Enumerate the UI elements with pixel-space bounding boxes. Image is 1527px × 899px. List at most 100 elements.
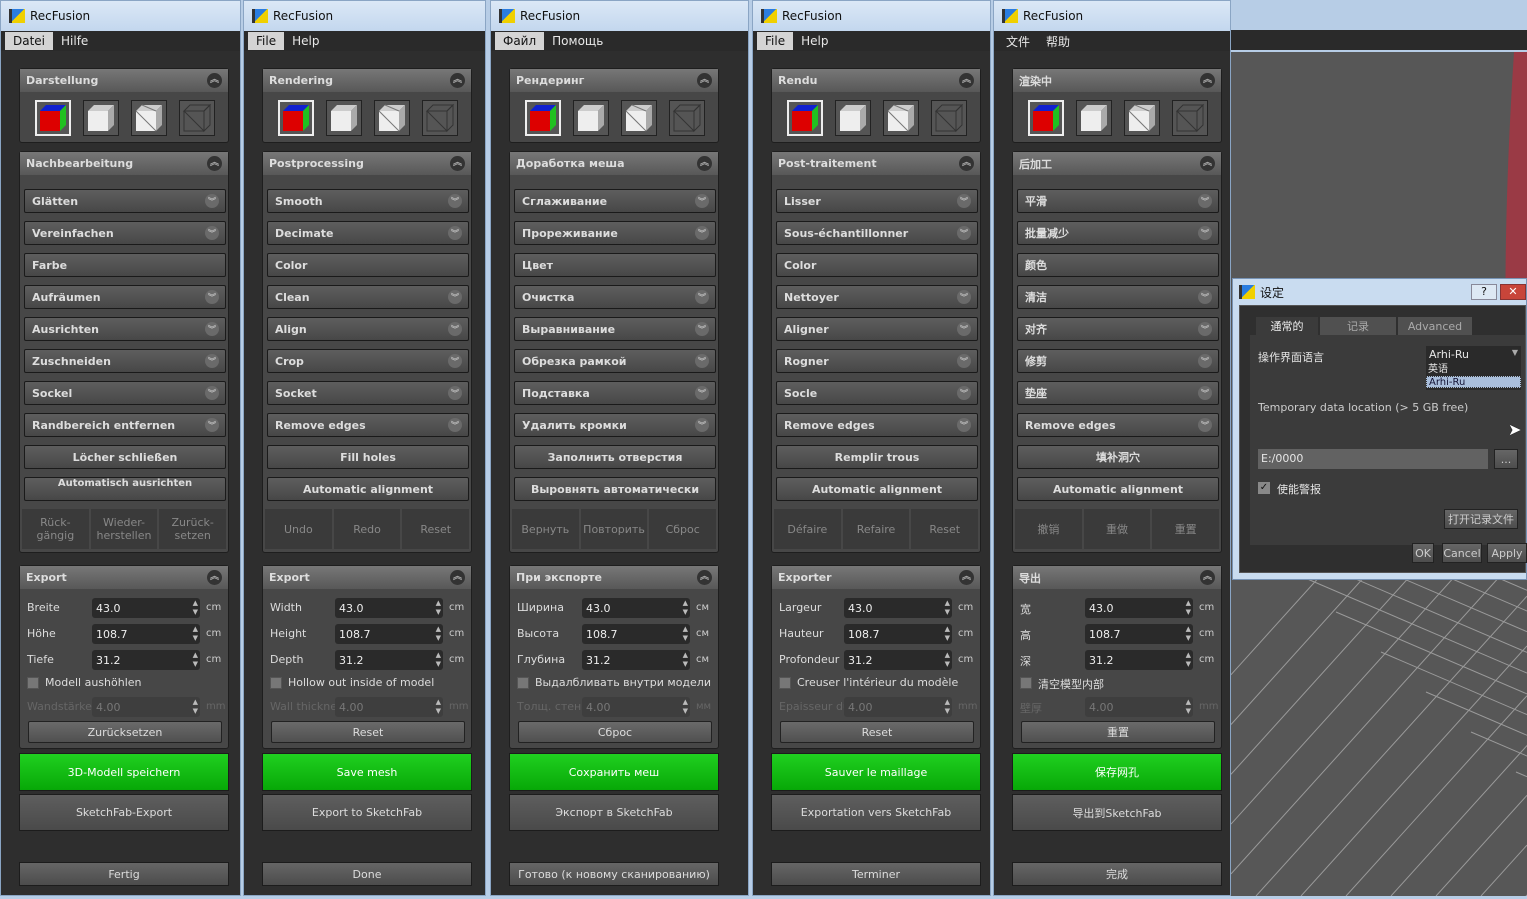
collapse-icon[interactable]: ︽ [207,73,222,88]
spinner-arrows-icon[interactable]: ▲ ▼ [945,599,950,617]
spinner-arrows-icon[interactable]: ▲ ▼ [193,651,198,669]
redo-button[interactable]: 重做 [1083,509,1151,549]
close-button[interactable]: ✕ [1500,284,1526,300]
reset-export-button[interactable]: 重置 [1021,721,1215,743]
wall-thickness-input[interactable]: 4.00 ▲ ▼ [92,697,200,717]
save-mesh-button[interactable]: 3D-Modell speichern [19,753,229,791]
group-header[interactable]: Darstellung ︽ [20,69,228,92]
temp-path-input[interactable]: E:/0000 [1258,449,1488,469]
fill-holes-button[interactable]: Fill holes [267,445,469,469]
postprocess-item[interactable]: Aligner ︾ [776,317,978,341]
menu-help[interactable]: Помощь [544,32,611,50]
menu-file[interactable]: Datei [5,32,54,50]
depth-input[interactable]: 31.2 ▲ ▼ [335,650,443,670]
spinner-arrows-icon[interactable]: ▲ ▼ [1186,599,1191,617]
auto-align-button[interactable]: Automatic alignment [267,477,469,501]
postprocess-item[interactable]: Glätten ︾ [24,189,226,213]
export-sketchfab-button[interactable]: Exportation vers SketchFab [771,794,981,831]
tab-general[interactable]: 通常的 [1256,317,1318,335]
save-mesh-button[interactable]: Save mesh [262,753,472,791]
help-button[interactable]: ? [1471,284,1497,300]
collapse-icon[interactable]: ︽ [959,570,974,585]
collapse-icon[interactable]: ︽ [1200,156,1215,171]
postprocess-item[interactable]: 垫座 ︾ [1017,381,1219,405]
tab-log[interactable]: 记录 [1320,317,1396,335]
menu-file[interactable]: Файл [495,32,545,50]
group-header[interactable]: Rendu ︽ [772,69,980,92]
postprocess-item[interactable]: Nettoyer ︾ [776,285,978,309]
solid-render-icon[interactable] [835,100,871,136]
postprocess-item[interactable]: Sockel ︾ [24,381,226,405]
height-input[interactable]: 108.7 ▲ ▼ [335,624,443,644]
menu-file[interactable]: File [757,32,794,50]
shaded-wire-render-icon[interactable] [131,100,167,136]
collapse-icon[interactable]: ︽ [697,570,712,585]
postprocess-item[interactable]: Lisser ︾ [776,189,978,213]
postprocess-item[interactable]: Сглаживание ︾ [514,189,716,213]
height-input[interactable]: 108.7 ▲ ▼ [582,624,690,644]
menu-file[interactable]: 文件 [998,31,1038,52]
collapse-icon[interactable]: ︽ [697,156,712,171]
textured-render-icon[interactable] [35,100,71,136]
group-header[interactable]: Export ︽ [263,566,471,589]
reset-history-button[interactable]: Reset [911,509,979,549]
language-option[interactable]: 英语 [1426,364,1521,376]
group-header[interactable]: Nachbearbeitung ︽ [20,152,228,175]
group-header[interactable]: При экспорте ︽ [510,566,718,589]
postprocess-item[interactable]: Удалить кромки ︾ [514,413,716,437]
spinner-arrows-icon[interactable]: ▲ ▼ [1186,698,1191,716]
auto-align-button[interactable]: Automatic alignment [1017,477,1219,501]
postprocess-item[interactable]: Remove edges ︾ [776,413,978,437]
language-select[interactable]: Arhi-Ru ▼ [1426,346,1521,364]
language-option-selected[interactable]: Arhi-Ru [1426,376,1521,388]
spinner-arrows-icon[interactable]: ▲ ▼ [683,651,688,669]
solid-render-icon[interactable] [573,100,609,136]
cancel-button[interactable]: Cancel [1442,543,1482,563]
postprocess-item[interactable]: Sous-échantillonner ︾ [776,221,978,245]
postprocess-item[interactable]: Decimate ︾ [267,221,469,245]
shaded-wire-render-icon[interactable] [374,100,410,136]
auto-align-button[interactable]: Выровнять автоматически [514,477,716,501]
collapse-icon[interactable]: ︽ [450,73,465,88]
reset-export-button[interactable]: Reset [780,721,974,743]
group-header[interactable]: Export ︽ [20,566,228,589]
depth-input[interactable]: 31.2 ▲ ▼ [92,650,200,670]
save-mesh-button[interactable]: Sauver le maillage [771,753,981,791]
export-sketchfab-button[interactable]: 导出到SketchFab [1012,794,1222,831]
wireframe-render-icon[interactable] [669,100,705,136]
width-input[interactable]: 43.0 ▲ ▼ [335,598,443,618]
redo-button[interactable]: Wieder-herstellen [90,509,158,549]
group-header[interactable]: Postprocessing ︽ [263,152,471,175]
group-header[interactable]: Рендеринг ︽ [510,69,718,92]
shaded-wire-render-icon[interactable] [621,100,657,136]
postprocess-item[interactable]: Socket ︾ [267,381,469,405]
depth-input[interactable]: 31.2 ▲ ▼ [582,650,690,670]
spinner-arrows-icon[interactable]: ▲ ▼ [945,625,950,643]
hollow-checkbox[interactable] [270,677,282,689]
collapse-icon[interactable]: ︽ [1200,73,1215,88]
export-sketchfab-button[interactable]: Export to SketchFab [262,794,472,831]
width-input[interactable]: 43.0 ▲ ▼ [844,598,952,618]
postprocess-item[interactable]: Farbe [24,253,226,277]
spinner-arrows-icon[interactable]: ▲ ▼ [193,625,198,643]
postprocess-item[interactable]: Socle ︾ [776,381,978,405]
group-header[interactable]: Exporter ︽ [772,566,980,589]
collapse-icon[interactable]: ︽ [207,570,222,585]
spinner-arrows-icon[interactable]: ▲ ▼ [193,599,198,617]
hollow-checkbox[interactable] [517,677,529,689]
wall-thickness-input[interactable]: 4.00 ▲ ▼ [844,697,952,717]
postprocess-item[interactable]: Ausrichten ︾ [24,317,226,341]
postprocess-item[interactable]: 对齐 ︾ [1017,317,1219,341]
postprocess-item[interactable]: Zuschneiden ︾ [24,349,226,373]
postprocess-item[interactable]: Обрезка рамкой ︾ [514,349,716,373]
tab-advanced[interactable]: Advanced [1398,317,1472,335]
textured-render-icon[interactable] [787,100,823,136]
postprocess-item[interactable]: Color [776,253,978,277]
solid-render-icon[interactable] [326,100,362,136]
hollow-checkbox[interactable] [1020,677,1032,689]
export-sketchfab-button[interactable]: SketchFab-Export [19,794,229,831]
menu-help[interactable]: Help [793,32,836,50]
hollow-checkbox[interactable] [779,677,791,689]
done-button[interactable]: Fertig [19,862,229,886]
ok-button[interactable]: OK [1412,543,1434,563]
